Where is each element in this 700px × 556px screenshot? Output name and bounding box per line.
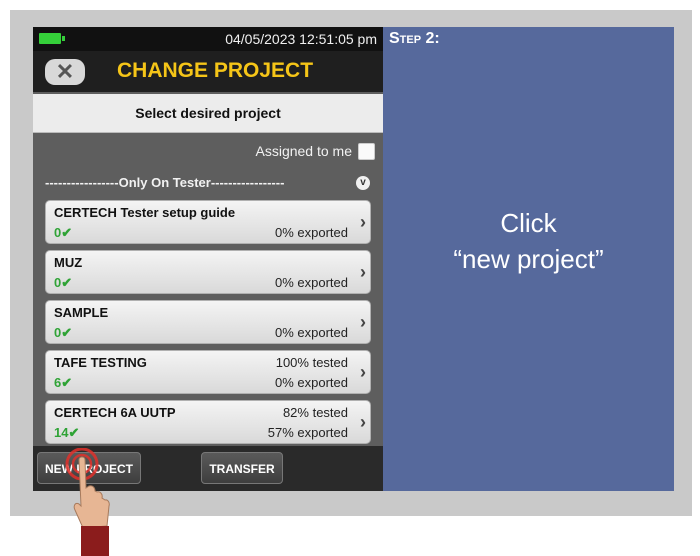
tester-screen: 04/05/2023 12:51:05 pm ✕ CHANGE PROJECT …: [33, 27, 383, 491]
section-divider: -----------------Only On Tester---------…: [45, 175, 285, 190]
back-button[interactable]: ✕: [45, 59, 85, 85]
project-exported: 57% exported: [267, 425, 348, 440]
project-name: MUZ: [54, 255, 83, 270]
datetime: 04/05/2023 12:51:05 pm: [225, 31, 377, 47]
project-item[interactable]: TAFE TESTING 6✔ 100% tested 0% exported …: [45, 350, 371, 394]
project-count: 0✔: [54, 325, 73, 340]
project-name: TAFE TESTING: [54, 355, 147, 370]
project-count: 0✔: [54, 275, 73, 290]
instruction-text: Click “new project”: [383, 205, 674, 277]
instruction-line-2: “new project”: [453, 244, 604, 274]
project-tested: 100% tested: [275, 355, 348, 370]
chevron-right-icon: ›: [360, 312, 366, 332]
assigned-label: Assigned to me: [255, 143, 353, 159]
assigned-checkbox[interactable]: [358, 142, 375, 160]
instruction-panel: Step 2: Click “new project”: [383, 27, 674, 491]
project-item[interactable]: MUZ 0✔ 0% exported ›: [45, 250, 371, 294]
project-item[interactable]: SAMPLE 0✔ 0% exported ›: [45, 300, 371, 344]
chevron-right-icon: ›: [360, 262, 366, 282]
chevron-right-icon: ›: [360, 412, 366, 432]
assigned-to-me-toggle[interactable]: Assigned to me: [255, 141, 375, 161]
project-item[interactable]: CERTECH 6A UUTP 14✔ 82% tested 57% expor…: [45, 400, 371, 444]
project-tested: 82% tested: [282, 405, 348, 420]
project-exported: 0% exported: [275, 275, 348, 290]
page-title: CHANGE PROJECT: [117, 59, 314, 82]
chevron-down-icon[interactable]: v: [356, 176, 370, 190]
project-count: 0✔: [54, 225, 73, 240]
subheader: Select desired project: [33, 94, 383, 133]
pointing-hand-icon: [65, 448, 110, 556]
project-name: CERTECH 6A UUTP: [54, 405, 176, 420]
project-count: 6✔: [54, 375, 73, 390]
project-item[interactable]: CERTECH Tester setup guide 0✔ 0% exporte…: [45, 200, 371, 244]
project-list: CERTECH Tester setup guide 0✔ 0% exporte…: [45, 200, 371, 450]
project-exported: 0% exported: [275, 325, 348, 340]
title-bar: ✕ CHANGE PROJECT: [33, 51, 383, 92]
status-bar: 04/05/2023 12:51:05 pm: [33, 27, 383, 51]
project-count: 14✔: [54, 425, 80, 440]
project-name: CERTECH Tester setup guide: [54, 205, 236, 220]
project-exported: 0% exported: [275, 225, 348, 240]
step-label: Step 2:: [389, 30, 440, 47]
battery-icon: [39, 33, 65, 44]
instruction-line-1: Click: [500, 208, 557, 238]
project-name: SAMPLE: [54, 305, 109, 320]
close-icon: ✕: [55, 59, 75, 84]
transfer-button[interactable]: TRANSFER: [201, 452, 283, 484]
chevron-right-icon: ›: [360, 212, 366, 232]
chevron-right-icon: ›: [360, 362, 366, 382]
project-exported: 0% exported: [275, 375, 348, 390]
